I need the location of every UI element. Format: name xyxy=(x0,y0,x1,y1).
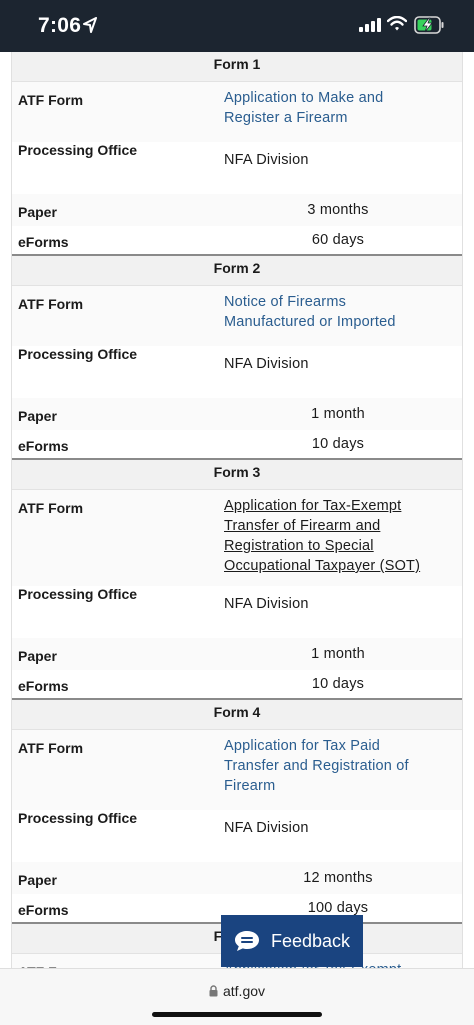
eforms-label: eForms xyxy=(18,234,69,250)
atf-form-label: ATF Form xyxy=(18,296,84,312)
processing-office-value: NFA Division xyxy=(224,820,309,836)
browser-url-bar[interactable]: atf.gov xyxy=(0,968,474,1025)
atf-form-link-line[interactable]: Occupational Taxpayer (SOT) xyxy=(224,556,462,576)
paper-value: 3 months xyxy=(307,202,369,218)
lock-icon xyxy=(209,985,218,997)
table-row: Paper 1 month xyxy=(12,638,462,670)
atf-form-link-line[interactable]: Notice of Firearms xyxy=(224,292,462,312)
processing-times-table: Form 1 ATF Form Application to Make and … xyxy=(11,52,463,968)
atf-form-link[interactable]: Application for Tax Paid Transfer and Re… xyxy=(224,730,462,810)
eforms-label: eForms xyxy=(18,678,69,694)
location-arrow-icon xyxy=(83,17,97,33)
table-row: ATF Form Notice of Firearms Manufactured… xyxy=(12,286,462,346)
processing-office-value: NFA Division xyxy=(224,356,309,372)
form-block: Form 4 ATF Form Application for Tax Paid… xyxy=(12,698,462,922)
feedback-label: Feedback xyxy=(271,930,351,951)
processing-office-label: Processing Office xyxy=(18,346,138,362)
form-header: Form 2 xyxy=(12,256,462,286)
form-block: Form 3 ATF Form Application for Tax-Exem… xyxy=(12,458,462,698)
atf-form-label: ATF Form xyxy=(18,740,84,756)
table-row: Paper 12 months xyxy=(12,862,462,894)
atf-form-link-line[interactable]: Manufactured or Imported xyxy=(224,312,462,332)
table-row: Processing Office NFA Division xyxy=(12,810,462,862)
processing-office-label: Processing Office xyxy=(18,810,138,826)
table-row: ATF Form Application for Tax Paid Transf… xyxy=(12,730,462,810)
atf-form-link-line[interactable]: Firearm xyxy=(224,776,462,796)
processing-office-value: NFA Division xyxy=(224,152,309,168)
eforms-value: 10 days xyxy=(311,436,365,452)
form-header: Form 3 xyxy=(12,460,462,490)
atf-form-link-line[interactable]: Transfer of Firearm and xyxy=(224,516,462,536)
paper-value: 1 month xyxy=(311,406,365,422)
atf-form-link[interactable]: Notice of Firearms Manufactured or Impor… xyxy=(224,286,462,346)
wifi-icon xyxy=(387,16,407,31)
paper-value: 12 months xyxy=(303,870,373,886)
atf-form-link[interactable]: Application for Tax-Exempt Transfer of F… xyxy=(224,490,462,586)
table-row: ATF Form Application to Make and Registe… xyxy=(12,82,462,142)
table-row: Paper 1 month xyxy=(12,398,462,430)
table-row: eForms 60 days xyxy=(12,226,462,254)
atf-form-label: ATF Form xyxy=(12,954,224,968)
page-content[interactable]: Form 1 ATF Form Application to Make and … xyxy=(0,52,474,968)
paper-label: Paper xyxy=(18,648,57,664)
table-row: eForms 10 days xyxy=(12,670,462,698)
form-block: Form 1 ATF Form Application to Make and … xyxy=(12,52,462,254)
table-row: ATF Form Application for Tax-Exempt Tran… xyxy=(12,490,462,586)
table-row: eForms 10 days xyxy=(12,430,462,458)
status-bar: 7:06 xyxy=(0,0,474,52)
eforms-value: 10 days xyxy=(311,676,365,692)
form-header: Form 4 xyxy=(12,700,462,730)
processing-office-value: NFA Division xyxy=(224,596,309,612)
processing-office-label: Processing Office xyxy=(18,142,138,158)
eforms-value: 60 days xyxy=(311,232,365,248)
atf-form-link-line[interactable]: Application for Tax-Exempt xyxy=(224,496,462,516)
paper-label: Paper xyxy=(18,872,57,888)
battery-charging-icon xyxy=(414,16,444,34)
atf-form-label: ATF Form xyxy=(18,92,84,108)
paper-value: 1 month xyxy=(311,646,365,662)
table-row: Processing Office NFA Division xyxy=(12,586,462,638)
form-header: Form 1 xyxy=(12,52,462,82)
cellular-signal-icon xyxy=(359,18,381,32)
table-row: Processing Office NFA Division xyxy=(12,346,462,398)
atf-form-link-line[interactable]: Register a Firearm xyxy=(224,108,462,128)
eforms-label: eForms xyxy=(18,902,69,918)
paper-label: Paper xyxy=(18,408,57,424)
feedback-button[interactable]: Feedback xyxy=(221,915,363,967)
form-block: Form 2 ATF Form Notice of Firearms Manuf… xyxy=(12,254,462,458)
table-row: Paper 3 months xyxy=(12,194,462,226)
home-indicator[interactable] xyxy=(152,1012,322,1017)
chat-bubble-icon xyxy=(235,931,259,951)
atf-form-link-line[interactable]: Registration to Special xyxy=(224,536,462,556)
eforms-label: eForms xyxy=(18,438,69,454)
atf-form-link-line[interactable]: Application to Make and xyxy=(224,88,462,108)
processing-office-label: Processing Office xyxy=(18,586,138,602)
atf-form-label: ATF Form xyxy=(18,500,84,516)
status-time: 7:06 xyxy=(38,14,82,37)
url-domain: atf.gov xyxy=(222,983,266,999)
url-display[interactable]: atf.gov xyxy=(0,983,474,999)
atf-form-link-line[interactable]: Application for Tax Paid xyxy=(224,736,462,756)
table-row: Processing Office NFA Division xyxy=(12,142,462,194)
atf-form-link-line[interactable]: Transfer and Registration of xyxy=(224,756,462,776)
atf-form-link[interactable]: Application to Make and Register a Firea… xyxy=(224,82,462,142)
paper-label: Paper xyxy=(18,204,57,220)
